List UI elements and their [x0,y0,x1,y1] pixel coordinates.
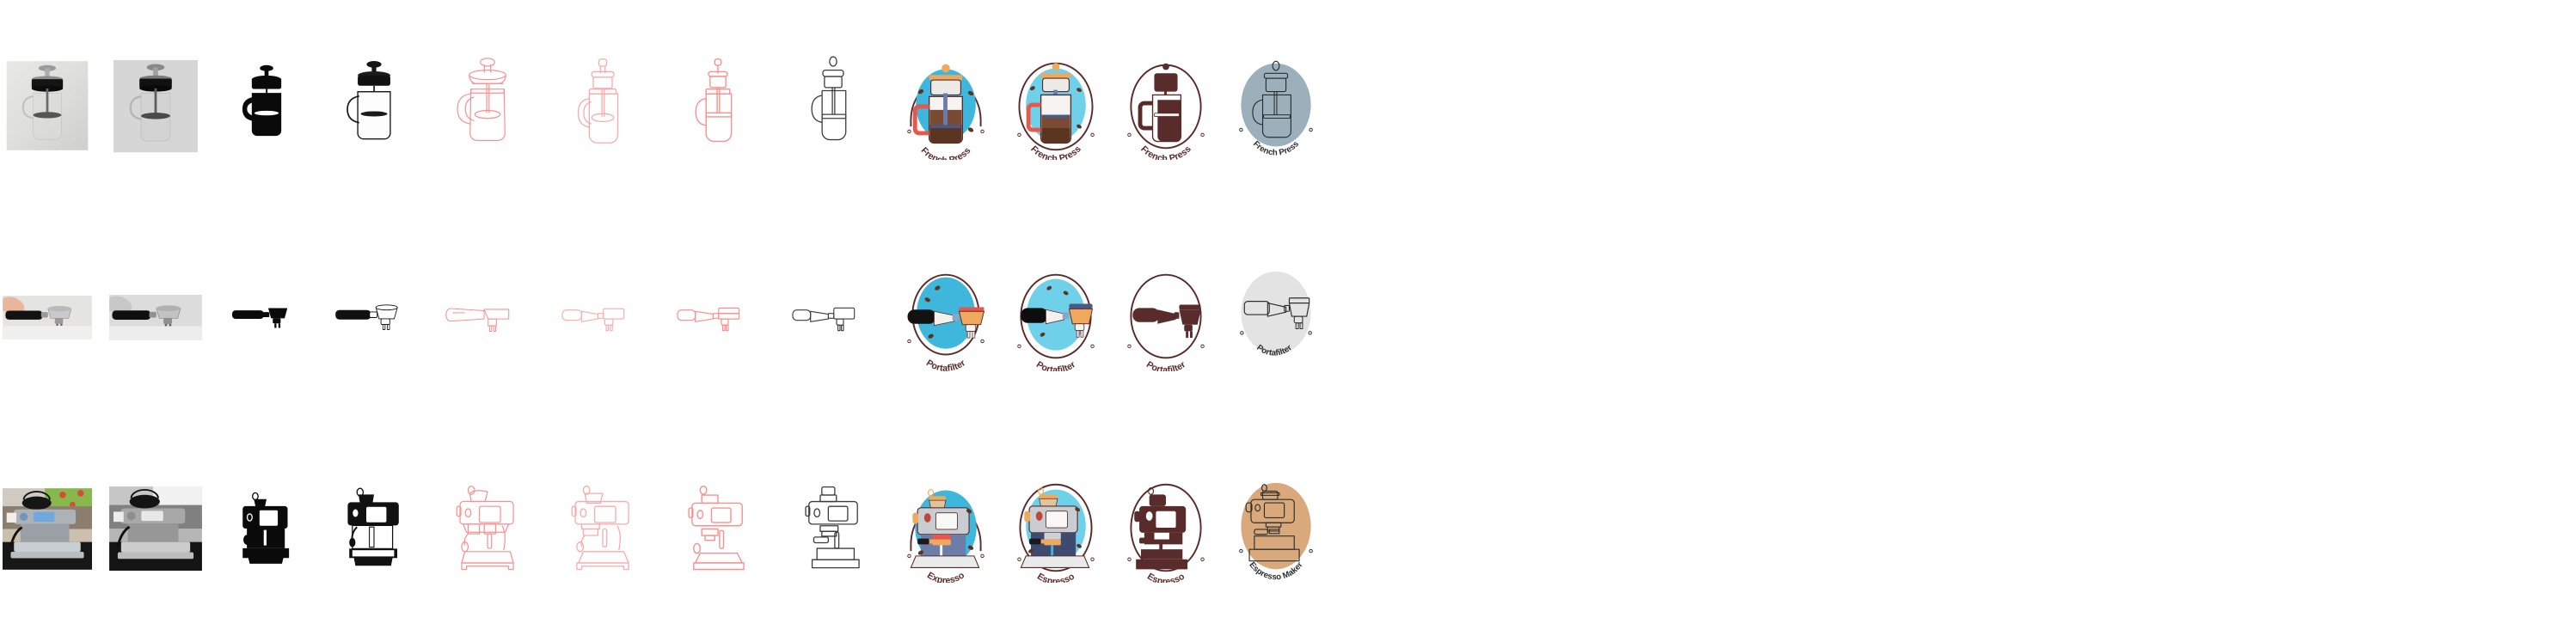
cell-badge-color-arc: French Press [891,0,1001,211]
cell-badge-mono-outline: Espresso [1111,423,1221,634]
portafilter-outline-red-simplified-icon [677,307,740,331]
badge-label-text: French Press [1028,144,1083,160]
cell-outline-black-vector [776,423,891,634]
espresso-badge-mono-outline[interactable]: Espresso [1116,474,1216,583]
french-press-badge-color-oval[interactable]: French Press [1006,52,1106,160]
portafilter-badge-color-arc[interactable]: Portafilter [896,263,996,371]
cell-outline-red-sketch [430,211,545,423]
portafilter-badge-color-oval[interactable]: Portafilter [1006,263,1106,371]
cell-silhouette-detail [318,0,430,211]
french-press-silhouette-detail-icon [347,60,391,140]
cell-badge-mono-outline: Portafilter [1111,211,1221,423]
cell-badge-color-oval: Espresso [1001,423,1111,634]
cell-silhouette-solid [215,423,318,634]
french-press-photo-original-icon [6,61,89,150]
cell-outline-black-vector [776,0,891,211]
cell-badge-color-arc: Portafilter [891,211,1001,423]
french-press-outline-red-clean-icon [577,58,619,144]
portafilter-outline-red-clean-icon [561,308,625,331]
badge-label-text: French Press [919,145,973,160]
svg-text:Portafilter: Portafilter [924,358,967,371]
row-espresso-machine: Expresso Espresso Espresso Espresso Make… [0,423,2576,634]
cell-photo-original [0,0,95,211]
cell-outline-red-clean [545,0,660,211]
cell-photo-grayscale [107,0,205,211]
espresso-photo-original-icon [3,487,92,570]
cell-badge-color-arc: Expresso [891,423,1001,634]
portafilter-badge-mono-outline[interactable]: Portafilter [1116,263,1216,371]
french-press-outline-red-sketch-icon [457,58,506,142]
badge-label-text: Portafilter [1034,359,1077,371]
cell-badge-mono-outline: French Press [1111,0,1221,211]
svg-text:Espresso: Espresso [1035,572,1076,583]
cell-badge-color-oval: French Press [1001,0,1111,211]
espresso-badge-color-oval[interactable]: Espresso [1006,474,1106,583]
cell-photo-grayscale [107,423,205,634]
portafilter-outline-red-sketch-icon [445,307,510,332]
badge-label-text: Portafilter [924,358,967,371]
portafilter-outline-black-vector-icon [792,307,856,331]
svg-text:Portafilter: Portafilter [1144,359,1187,371]
espresso-photo-grayscale-icon [109,486,202,571]
espresso-badge-solid-fill[interactable]: Espresso Maker [1226,474,1326,583]
cell-outline-red-clean [545,211,660,423]
cell-outline-black-vector [776,211,891,423]
cell-badge-color-oval: Portafilter [1001,211,1111,423]
svg-text:Portafilter: Portafilter [1034,359,1077,371]
french-press-badge-solid-fill[interactable]: French Press [1226,52,1326,160]
cell-photo-original [0,211,95,423]
french-press-outline-black-vector-icon [811,56,847,141]
cell-photo-original [0,423,95,634]
row-french-press: French Press [0,0,2576,211]
espresso-silhouette-detail-icon [347,487,399,566]
badge-label-text: Expresso [925,570,966,583]
svg-text:French Press: French Press [1028,144,1083,160]
svg-text:Espresso: Espresso [1145,572,1187,583]
cell-silhouette-solid [215,0,318,211]
cell-silhouette-solid [215,211,318,423]
portafilter-silhouette-detail-icon [335,303,398,330]
espresso-outline-black-vector-icon [805,486,860,568]
cell-silhouette-detail [318,423,430,634]
portafilter-photo-grayscale-icon [109,294,202,340]
cell-outline-red-simplified [660,211,776,423]
badge-label-text: Portafilter [1144,359,1187,371]
cell-badge-solid-fill: Portafilter [1221,211,1331,423]
portafilter-photo-original-icon [3,295,92,339]
espresso-silhouette-solid-icon [242,492,290,564]
french-press-badge-mono-outline[interactable]: French Press [1116,52,1216,160]
french-press-outline-red-simplified-icon [695,58,733,143]
cell-outline-red-clean [545,423,660,634]
cell-outline-red-sketch [430,423,545,634]
svg-text:French Press: French Press [919,145,973,160]
badge-label-text: Espresso [1035,572,1076,583]
row-portafilter: Portafilter Portafilter Portafilter Port… [0,211,2576,423]
portafilter-silhouette-solid-icon [231,308,288,328]
badge-label-text: Espresso [1145,572,1187,583]
french-press-photo-grayscale-icon [113,59,198,152]
espresso-outline-red-clean-icon [571,485,629,570]
french-press-badge-color-arc[interactable]: French Press [896,52,996,160]
cell-photo-grayscale [107,211,205,423]
cell-silhouette-detail [318,211,430,423]
cell-outline-red-simplified [660,0,776,211]
cell-badge-solid-fill: Espresso Maker [1221,423,1331,634]
cell-outline-red-simplified [660,423,776,634]
portafilter-badge-solid-fill[interactable]: Portafilter [1226,263,1326,371]
espresso-badge-color-arc[interactable]: Expresso [896,474,996,583]
cell-outline-red-sketch [430,0,545,211]
espresso-outline-red-sketch-icon [456,485,514,570]
espresso-outline-red-simplified-icon [688,485,745,570]
image-pipeline-grid: French Press [0,0,2576,636]
french-press-silhouette-solid-icon [242,64,282,137]
cell-badge-solid-fill: French Press [1221,0,1331,211]
svg-text:Expresso: Expresso [925,570,966,583]
